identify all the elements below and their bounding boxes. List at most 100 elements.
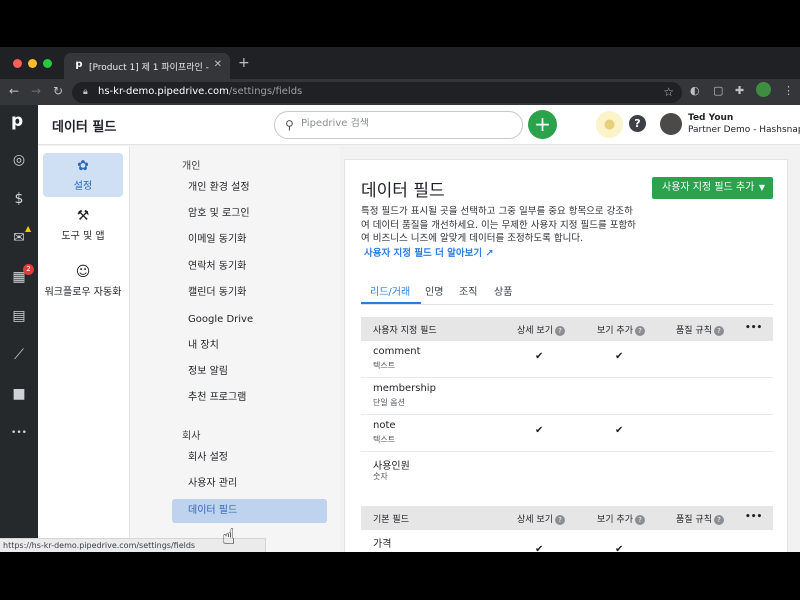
target-icon[interactable]: ◎ xyxy=(10,151,28,169)
help-icon[interactable]: ? xyxy=(713,514,724,525)
field-type: 숫자 xyxy=(373,472,388,481)
extension-icon[interactable]: ▢ xyxy=(713,84,723,97)
chevron-down-icon: ▼ xyxy=(758,183,765,192)
submenu-item[interactable]: 암호 및 로그인 xyxy=(172,202,327,226)
lock-icon: 🔒︎ xyxy=(83,87,88,97)
insights-icon[interactable]: ⟋ xyxy=(10,346,28,364)
submenu-item[interactable]: 정보 알림 xyxy=(172,360,327,384)
check-icon: ✔ xyxy=(615,351,624,362)
table-row[interactable]: 가격 ✔ ✔ xyxy=(361,530,773,552)
settings-nav-settings[interactable]: ✿ 설정 xyxy=(43,153,123,197)
table-row[interactable]: note 텍스트 ✔ ✔ xyxy=(361,415,773,452)
field-name: membership xyxy=(373,383,436,394)
submenu-item[interactable]: 이메일 동기화 xyxy=(172,228,327,252)
settings-submenu: 개인 개인 환경 설정 암호 및 로그인 이메일 동기화 연락처 동기화 캘린더… xyxy=(130,146,340,552)
table-row[interactable]: 사용인원 숫자 xyxy=(361,452,773,489)
submenu-item[interactable]: Google Drive xyxy=(172,308,327,332)
extensions-puzzle-icon[interactable]: ✚ xyxy=(735,84,744,97)
pipedrive-logo[interactable]: p xyxy=(11,111,23,131)
settings-nav-workflow[interactable]: ☺ 워크플로우 자동화 xyxy=(41,259,125,303)
submenu-item[interactable]: 회사 설정 xyxy=(172,446,327,470)
back-icon[interactable]: ← xyxy=(9,84,19,98)
submenu-item[interactable]: 사용자 관리 xyxy=(172,472,327,496)
tools-icon: ⚒ xyxy=(76,208,90,224)
browser-menu-icon[interactable]: ⋮ xyxy=(783,84,794,97)
submenu-item[interactable]: 캘린더 동기화 xyxy=(172,281,327,305)
address-bar[interactable]: 🔒︎ hs-kr-demo.pipedrive.com/settings/fie… xyxy=(72,82,682,103)
tab-title: [Product 1] 제 1 파이프라인 - 거래 xyxy=(89,63,209,73)
tab-products[interactable]: 상품 xyxy=(494,283,512,298)
warning-icon: ▲ xyxy=(25,224,32,233)
column-header-add-view: 보기 추가? xyxy=(597,323,645,336)
search-icon: ⚲ xyxy=(285,118,294,132)
active-tab-indicator xyxy=(361,302,421,304)
settings-nav-label: 워크플로우 자동화 xyxy=(44,287,122,298)
more-icon[interactable]: ••• xyxy=(10,424,28,442)
check-icon: ✔ xyxy=(535,544,544,552)
more-options-icon[interactable]: ••• xyxy=(745,512,762,522)
search-input[interactable] xyxy=(301,118,501,129)
url-text: hs-kr-demo.pipedrive.com/settings/fields xyxy=(98,86,303,97)
avatar[interactable] xyxy=(660,113,682,135)
minimize-window-button[interactable] xyxy=(28,59,37,68)
tab-organizations[interactable]: 조직 xyxy=(459,283,477,298)
submenu-item[interactable]: 내 장치 xyxy=(172,334,327,358)
zoom-window-button[interactable] xyxy=(43,59,52,68)
column-header-detail-view: 상세 보기? xyxy=(517,512,565,525)
learn-more-link[interactable]: 사용자 지정 필드 더 알아보기 ↗ xyxy=(364,245,493,259)
extension-icon[interactable]: ◐ xyxy=(690,84,700,97)
app-rail: p ◎ $ ✉ ▲ ▦ 2 ▤ ⟋ ■ ••• xyxy=(0,105,38,552)
tab-close-icon[interactable]: ✕ xyxy=(214,59,222,70)
profile-avatar[interactable] xyxy=(756,82,771,97)
dollar-icon[interactable]: $ xyxy=(10,190,28,208)
lightbulb-icon[interactable]: ● xyxy=(596,111,623,138)
help-icon[interactable]: ? xyxy=(634,325,645,336)
submenu-item[interactable]: 개인 환경 설정 xyxy=(172,176,327,200)
settings-nav-tools[interactable]: ⚒ 도구 및 앱 xyxy=(43,203,123,247)
submenu-item[interactable]: 연락처 동기화 xyxy=(172,255,327,279)
tab-leads-deals[interactable]: 리드/거래 xyxy=(370,283,410,298)
forward-icon[interactable]: → xyxy=(31,84,41,98)
custom-fields-header: 사용자 지정 필드 상세 보기? 보기 추가? 품질 규칙? ••• xyxy=(361,317,773,341)
quick-add-button[interactable]: + xyxy=(528,110,557,139)
help-icon[interactable]: ? xyxy=(554,514,565,525)
settings-nav-label: 설정 xyxy=(73,181,93,192)
products-icon[interactable]: ■ xyxy=(10,385,28,403)
browser-tab[interactable]: p [Product 1] 제 1 파이프라인 - 거래 ✕ xyxy=(64,53,230,79)
help-icon[interactable]: ? xyxy=(554,325,565,336)
data-fields-card: 데이터 필드 사용자 지정 필드 추가 ▼ 특정 필드가 표시될 곳을 선택하고… xyxy=(344,159,788,552)
field-type: 단일 옵션 xyxy=(373,398,405,407)
column-header: 사용자 지정 필드 xyxy=(373,326,437,336)
close-window-button[interactable] xyxy=(13,59,22,68)
browser-window: p [Product 1] 제 1 파이프라인 - 거래 ✕ + ← → ↻ 🔒… xyxy=(0,47,800,552)
hand-pointer-icon: ☝ xyxy=(222,525,236,550)
submenu-item-active[interactable]: 데이터 필드 xyxy=(172,499,327,523)
table-row[interactable]: comment 텍스트 ✔ ✔ xyxy=(361,341,773,378)
bookmark-star-icon[interactable]: ☆ xyxy=(663,85,674,99)
field-name: comment xyxy=(373,346,421,357)
tab-people[interactable]: 인명 xyxy=(425,283,443,298)
more-options-icon[interactable]: ••• xyxy=(745,323,762,333)
column-header-quality: 품질 규칙? xyxy=(676,323,724,336)
gear-icon: ✿ xyxy=(77,158,89,174)
help-icon[interactable]: ? xyxy=(634,514,645,525)
column-header-add-view: 보기 추가? xyxy=(597,512,645,525)
reload-icon[interactable]: ↻ xyxy=(53,84,63,98)
user-company[interactable]: Partner Demo - Hashsnap xyxy=(688,125,800,135)
add-custom-field-button[interactable]: 사용자 지정 필드 추가 ▼ xyxy=(652,177,773,199)
user-name[interactable]: Ted Youn xyxy=(688,113,733,123)
field-name: 사용인원 xyxy=(373,461,410,472)
check-icon: ✔ xyxy=(615,425,624,436)
submenu-heading: 회사 xyxy=(182,431,201,442)
contacts-icon[interactable]: ▤ xyxy=(10,307,28,325)
help-icon[interactable]: ? xyxy=(629,115,646,132)
app-header: 데이터 필드 ⚲ + ● ? Ted Youn Partner Demo - H… xyxy=(38,105,800,145)
search-box[interactable]: ⚲ xyxy=(274,111,523,139)
submenu-item[interactable]: 추천 프로그램 xyxy=(172,386,327,410)
help-icon[interactable]: ? xyxy=(713,325,724,336)
pipedrive-favicon-icon: p xyxy=(75,59,83,70)
new-tab-button[interactable]: + xyxy=(238,55,250,71)
notification-badge: 2 xyxy=(23,264,34,275)
table-row[interactable]: membership 단일 옵션 xyxy=(361,378,773,415)
robot-icon: ☺ xyxy=(75,264,91,280)
